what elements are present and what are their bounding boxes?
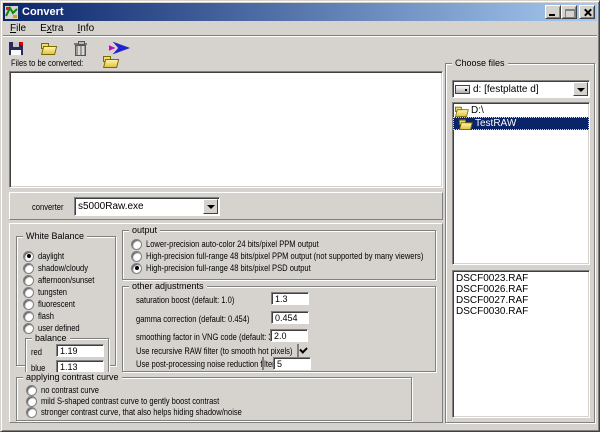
open-folder-icon [41, 43, 56, 54]
delete-button[interactable] [69, 39, 91, 57]
settings-panel: White Balance daylight shadow/cloudy aft… [9, 223, 443, 423]
recursive-raw-filter-label: Use recursive RAW filter (to smooth hot … [136, 346, 292, 356]
folder-icon [455, 106, 466, 115]
menu-bar: File Extra Info [3, 21, 597, 35]
convert-button[interactable] [109, 39, 131, 57]
title-bar[interactable]: Convert [3, 3, 597, 21]
file-item[interactable]: DSCF0023.RAF [453, 273, 589, 284]
noise-reduction-value-input[interactable] [273, 357, 311, 370]
files-folder-icon [103, 56, 118, 67]
radio-daylight[interactable] [23, 251, 34, 262]
wb-option-shadow-cloudy[interactable]: shadow/cloudy [23, 262, 98, 274]
saturation-boost-label: saturation boost (default: 1.0) [136, 295, 234, 305]
drive-combobox[interactable]: d: [festplatte d] [452, 80, 590, 98]
output-group: output Lower-precision auto-color 24 bit… [122, 230, 436, 280]
directory-listbox[interactable]: D:\ TestRAW [452, 102, 590, 265]
file-listbox[interactable]: DSCF0023.RAF DSCF0026.RAF DSCF0027.RAF D… [452, 270, 590, 418]
output-option-ppm48[interactable]: High-precision full-range 48 bits/pixel … [131, 250, 476, 262]
folder-icon [459, 119, 470, 128]
files-listbox[interactable] [9, 71, 443, 188]
output-option-ppm24[interactable]: Lower-precision auto-color 24 bits/pixel… [131, 238, 352, 250]
balance-title: balance [32, 333, 70, 343]
other-adjustments-title: other adjustments [129, 281, 207, 291]
menu-separator [3, 35, 597, 37]
file-item[interactable]: DSCF0027.RAF [453, 295, 589, 306]
red-label: red [31, 347, 42, 357]
window-title: Convert [22, 6, 64, 18]
contrast-option-strong[interactable]: stronger contrast curve, that also helps… [26, 406, 280, 418]
chevron-down-icon[interactable] [203, 199, 218, 214]
file-item[interactable]: DSCF0030.RAF [453, 306, 589, 317]
save-icon [9, 42, 23, 55]
menu-extra[interactable]: Extra [33, 22, 70, 35]
converter-panel: converter s5000Raw.exe [9, 192, 443, 220]
gamma-correction-input[interactable] [271, 311, 309, 324]
white-balance-title: White Balance [23, 231, 87, 241]
radio-shadow-cloudy[interactable] [23, 263, 34, 274]
noise-reduction-filter-checkbox[interactable] [262, 357, 264, 370]
convert-window: Convert File Extra Info Files to be conv… [0, 0, 600, 432]
output-title: output [129, 225, 160, 235]
convert-arrow-icon [109, 41, 131, 55]
chevron-down-icon[interactable] [573, 82, 588, 96]
white-balance-group: White Balance daylight shadow/cloudy aft… [16, 236, 116, 366]
close-button[interactable] [579, 5, 595, 19]
wb-option-afternoon-sunset[interactable]: afternoon/sunset [23, 274, 105, 286]
radio-user-defined[interactable] [23, 323, 34, 334]
radio-flash[interactable] [23, 311, 34, 322]
drive-icon [455, 85, 470, 94]
radio-tungsten[interactable] [23, 287, 34, 298]
smoothing-factor-label: smoothing factor in VNG code (default: 3… [136, 332, 281, 342]
radio-mild-contrast[interactable] [26, 396, 37, 407]
smoothing-factor-input[interactable] [270, 329, 308, 342]
app-icon [5, 6, 18, 19]
files-to-convert-label: Files to be converted: [11, 58, 97, 69]
recursive-raw-filter-checkbox[interactable] [297, 344, 299, 357]
wb-option-fluorescent[interactable]: fluorescent [23, 298, 82, 310]
radio-afternoon-sunset[interactable] [23, 275, 34, 286]
other-adjustments-group: other adjustments saturation boost (defa… [122, 286, 436, 372]
file-item[interactable]: DSCF0026.RAF [453, 284, 589, 295]
converter-combobox[interactable]: s5000Raw.exe [74, 197, 220, 216]
choose-files-group: Choose files d: [festplatte d] D:\ TestR… [445, 63, 595, 423]
radio-psd48[interactable] [131, 263, 142, 274]
directory-item-selected[interactable]: TestRAW [453, 117, 589, 130]
saturation-boost-input[interactable] [271, 292, 309, 305]
radio-strong-contrast[interactable] [26, 407, 37, 418]
red-balance-input[interactable] [56, 344, 104, 357]
wb-option-daylight[interactable]: daylight [23, 250, 69, 262]
wb-option-tungsten[interactable]: tungsten [23, 286, 73, 298]
noise-reduction-filter-label: Use post-processing noise reduction filt… [136, 359, 275, 369]
output-option-psd48[interactable]: High-precision full-range 48 bits/pixel … [131, 262, 342, 274]
drive-value: d: [festplatte d] [473, 84, 539, 95]
directory-item[interactable]: D:\ [453, 104, 589, 117]
radio-fluorescent[interactable] [23, 299, 34, 310]
wb-option-flash[interactable]: flash [23, 310, 57, 322]
open-button[interactable] [37, 39, 59, 57]
choose-files-title: Choose files [452, 58, 508, 68]
gamma-correction-label: gamma correction (default: 0.454) [136, 314, 249, 324]
save-button[interactable] [5, 39, 27, 57]
menu-file[interactable]: File [3, 22, 33, 35]
contrast-curve-title: applying contrast curve [23, 372, 122, 382]
converter-value: s5000Raw.exe [78, 201, 144, 212]
minimize-button[interactable] [545, 5, 561, 19]
radio-no-contrast[interactable] [26, 385, 37, 396]
contrast-curve-group: applying contrast curve no contrast curv… [16, 377, 412, 421]
radio-ppm48[interactable] [131, 251, 142, 262]
maximize-button[interactable] [561, 5, 577, 19]
menu-info[interactable]: Info [70, 22, 101, 35]
radio-ppm24[interactable] [131, 239, 142, 250]
converter-label: converter [32, 202, 64, 212]
trash-icon [75, 45, 86, 56]
toolbar [5, 38, 131, 58]
